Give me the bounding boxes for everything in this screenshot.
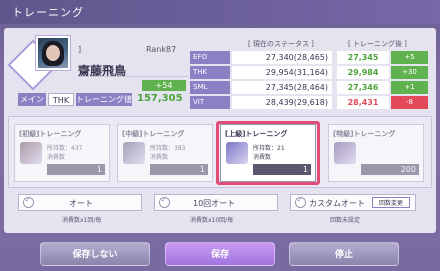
avatar[interactable]	[36, 36, 70, 70]
custom-auto-label: カスタムオート	[309, 199, 365, 208]
training-value: 157,305	[137, 93, 183, 104]
training-item-icon	[20, 142, 42, 164]
title-bar: トレーニング	[0, 0, 440, 24]
stat-current: 29,954(31,164)	[232, 66, 332, 79]
stat-row-vit: VIT 28,439(29,618) 28,431 -8	[190, 96, 428, 109]
page-title: トレーニング	[12, 6, 84, 19]
auto10-toggle[interactable]: ✓	[159, 196, 170, 208]
stat-current: 28,439(29,618)	[232, 96, 332, 109]
auto10-note: 消費数x10回/毎	[190, 217, 234, 224]
stat-after: 27,346	[337, 81, 389, 94]
auto10-button[interactable]: ✓ 10回オート	[154, 194, 278, 211]
check-icon: ✓	[25, 196, 31, 204]
training-value-label: トレーニング値	[76, 93, 132, 106]
training-item-icon	[123, 142, 145, 164]
auto-note: 消費数x1回/毎	[62, 217, 102, 224]
divider	[78, 76, 188, 77]
training-gain-badge: +54	[142, 80, 186, 91]
stat-current: 27,345(28,464)	[232, 81, 332, 94]
stat-diff: +5	[391, 51, 428, 64]
auto-label: オート	[69, 199, 93, 208]
current-status-header: [ 現在のステータス ]	[248, 40, 314, 48]
stat-label: EFO	[190, 51, 230, 64]
stat-row-efo: EFO 27,340(28,465) 27,345 +5	[190, 51, 428, 64]
training-card-beginner[interactable]: [初級]トレーニング 所持数：437 消費数 1	[14, 124, 110, 182]
card-owned: 所持数：383	[150, 145, 186, 152]
training-item-icon	[334, 142, 356, 164]
stat-after: 27,345	[337, 51, 389, 64]
dont-save-button[interactable]: 保存しない	[40, 242, 150, 266]
stat-after: 29,984	[337, 66, 389, 79]
save-button[interactable]: 保存	[165, 242, 275, 266]
role-main-tag: メイン	[18, 93, 46, 106]
card-title: [中級]トレーニング	[122, 130, 185, 138]
card-title: [初級]トレーニング	[19, 130, 82, 138]
training-card-intermediate[interactable]: [中級]トレーニング 所持数：383 消費数 1	[117, 124, 213, 182]
character-rank: Rank87	[146, 45, 177, 54]
stat-diff: +30	[391, 66, 428, 79]
stat-diff: +1	[391, 81, 428, 94]
auto-button[interactable]: ✓ オート	[18, 194, 142, 211]
character-subtitle: ]	[78, 45, 82, 54]
custom-auto-toggle[interactable]: ✓	[295, 196, 306, 208]
stop-button[interactable]: 停止	[289, 242, 399, 266]
stat-after: 28,431	[337, 96, 389, 109]
auto-toggle[interactable]: ✓	[23, 196, 34, 208]
training-card-special[interactable]: [特級]トレーニング 200	[328, 124, 424, 182]
auto10-label: 10回オート	[193, 199, 236, 208]
avatar-face	[46, 45, 60, 61]
check-icon: ✓	[297, 196, 303, 204]
card-cost-label: 消費数	[150, 154, 169, 161]
stat-row-thk: THK 29,954(31,164) 29,984 +30	[190, 66, 428, 79]
after-training-header: [ トレーニング後 ]	[348, 40, 407, 48]
card-count[interactable]: 1	[150, 164, 208, 175]
stat-label: VIT	[190, 96, 230, 109]
custom-auto-note: 回数未設定	[330, 217, 361, 224]
card-title: [特級]トレーニング	[333, 130, 396, 138]
stat-row-sml: SML 27,345(28,464) 27,346 +1	[190, 81, 428, 94]
stat-label: THK	[190, 66, 230, 79]
card-count[interactable]: 1	[47, 164, 105, 175]
change-count-button[interactable]: 回数変更	[372, 197, 410, 208]
stat-current: 27,340(28,465)	[232, 51, 332, 64]
role-type-tag: THK	[48, 93, 74, 106]
card-owned: 所持数：437	[47, 145, 83, 152]
check-icon: ✓	[161, 196, 167, 204]
card-cost-label: 消費数	[47, 154, 66, 161]
selected-card-frame	[216, 121, 320, 185]
card-count[interactable]: 200	[361, 164, 419, 175]
stat-diff: -8	[391, 96, 428, 109]
stat-label: SML	[190, 81, 230, 94]
